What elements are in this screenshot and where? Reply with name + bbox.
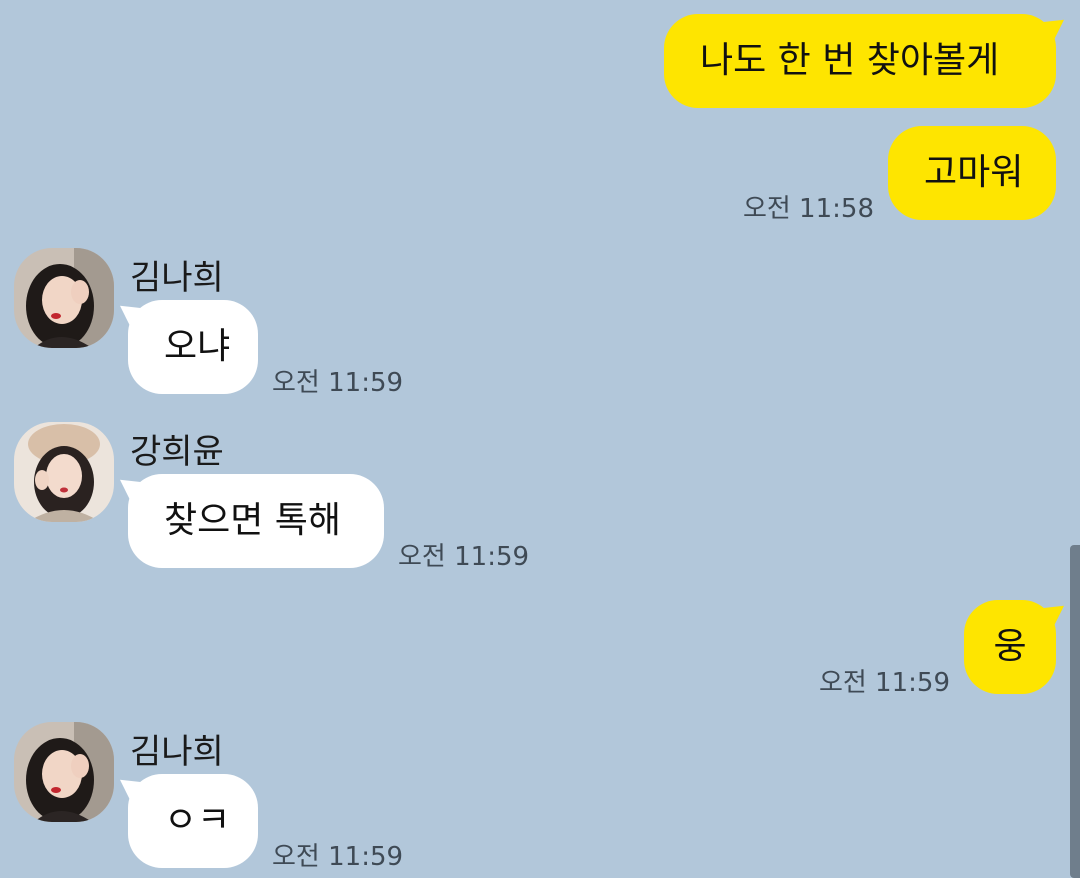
message-text: 나도 한 번 찾아볼게 (700, 40, 1000, 81)
avatar-photo-icon (14, 248, 114, 348)
message-time: 오전 11:59 (272, 842, 404, 872)
scrollbar-thumb[interactable] (1070, 545, 1080, 878)
chat-room[interactable]: 나도 한 번 찾아볼게 고마워 오전 11:58 김나희 오냐 오전 11:59 (0, 0, 1080, 878)
message-text: 찾으면 톡해 (164, 500, 342, 541)
profile-avatar[interactable] (14, 722, 114, 822)
message-time: 오전 11:59 (272, 368, 404, 398)
sender-name: 김나희 (130, 732, 224, 772)
received-message-bubble[interactable]: ㅇㅋ (128, 774, 258, 868)
received-message-bubble[interactable]: 오냐 (128, 300, 258, 394)
profile-avatar[interactable] (14, 248, 114, 348)
my-message-bubble[interactable]: 나도 한 번 찾아볼게 (664, 14, 1056, 108)
avatar-photo-icon (14, 422, 114, 522)
received-message-bubble[interactable]: 찾으면 톡해 (128, 474, 384, 568)
message-text: ㅇㅋ (164, 800, 231, 841)
message-text: 오냐 (164, 326, 231, 367)
profile-avatar[interactable] (14, 422, 114, 522)
message-text: 웅 (993, 626, 1027, 667)
my-message-bubble[interactable]: 고마워 (888, 126, 1056, 220)
message-text: 고마워 (924, 152, 1024, 193)
sender-name: 김나희 (130, 258, 224, 298)
message-time: 오전 11:58 (742, 194, 874, 224)
sender-name: 강희윤 (130, 432, 224, 472)
message-time: 오전 11:59 (398, 542, 530, 572)
avatar-photo-icon (14, 722, 114, 822)
message-time: 오전 11:59 (818, 668, 950, 698)
